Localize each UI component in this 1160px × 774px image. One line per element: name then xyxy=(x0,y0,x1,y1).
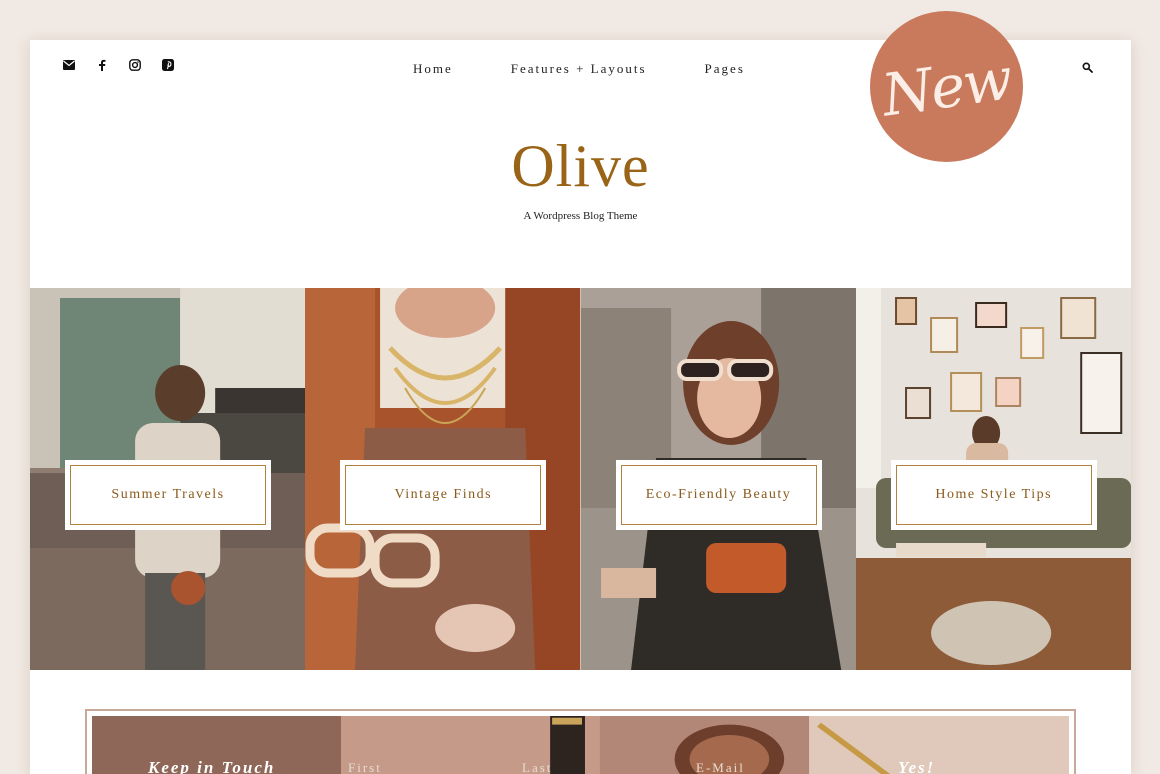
newsletter-inner-frame: Keep in Touch First Last E-Mail Yes! xyxy=(90,714,1071,774)
site-tagline: A Wordpress Blog Theme xyxy=(523,210,638,222)
newsletter-signup: Keep in Touch First Last E-Mail Yes! xyxy=(85,709,1076,774)
category-tile-home-style-tips[interactable]: Home Style Tips xyxy=(855,288,1131,670)
category-label[interactable]: Vintage Finds xyxy=(394,487,492,503)
category-tile-summer-travels[interactable]: Summer Travels xyxy=(30,288,306,670)
facebook-icon[interactable] xyxy=(95,58,108,71)
main-nav: Home Features + Layouts Pages xyxy=(413,61,745,77)
social-links xyxy=(62,58,174,71)
category-label[interactable]: Home Style Tips xyxy=(935,487,1052,503)
new-badge: New xyxy=(870,11,1023,162)
category-grid: Summer Travels Vintage Finds Eco-Friendl… xyxy=(30,288,1131,670)
newsletter-title: Keep in Touch xyxy=(148,758,276,774)
nav-item-pages[interactable]: Pages xyxy=(705,61,745,77)
newsletter-submit-button[interactable]: Yes! xyxy=(898,758,935,774)
search-icon[interactable] xyxy=(1082,60,1096,74)
category-label-box: Eco-Friendly Beauty xyxy=(615,460,822,530)
category-label-box: Summer Travels xyxy=(65,460,271,530)
category-tile-vintage-finds[interactable]: Vintage Finds xyxy=(305,288,581,670)
category-label-box: Home Style Tips xyxy=(890,460,1097,530)
category-tile-eco-friendly-beauty[interactable]: Eco-Friendly Beauty xyxy=(580,288,856,670)
category-label-box: Vintage Finds xyxy=(340,460,547,530)
newsletter-email-input[interactable]: E-Mail xyxy=(696,760,745,774)
nav-item-features-layouts[interactable]: Features + Layouts xyxy=(511,61,647,77)
nav-item-home[interactable]: Home xyxy=(413,61,453,77)
category-label[interactable]: Eco-Friendly Beauty xyxy=(646,487,792,503)
new-badge-text: New xyxy=(878,43,1015,130)
email-icon[interactable] xyxy=(62,58,75,71)
category-label[interactable]: Summer Travels xyxy=(111,487,224,503)
pinterest-icon[interactable] xyxy=(161,58,174,71)
newsletter-first-input[interactable]: First xyxy=(348,760,382,774)
instagram-icon[interactable] xyxy=(128,58,141,71)
newsletter-last-input[interactable]: Last xyxy=(522,760,552,774)
